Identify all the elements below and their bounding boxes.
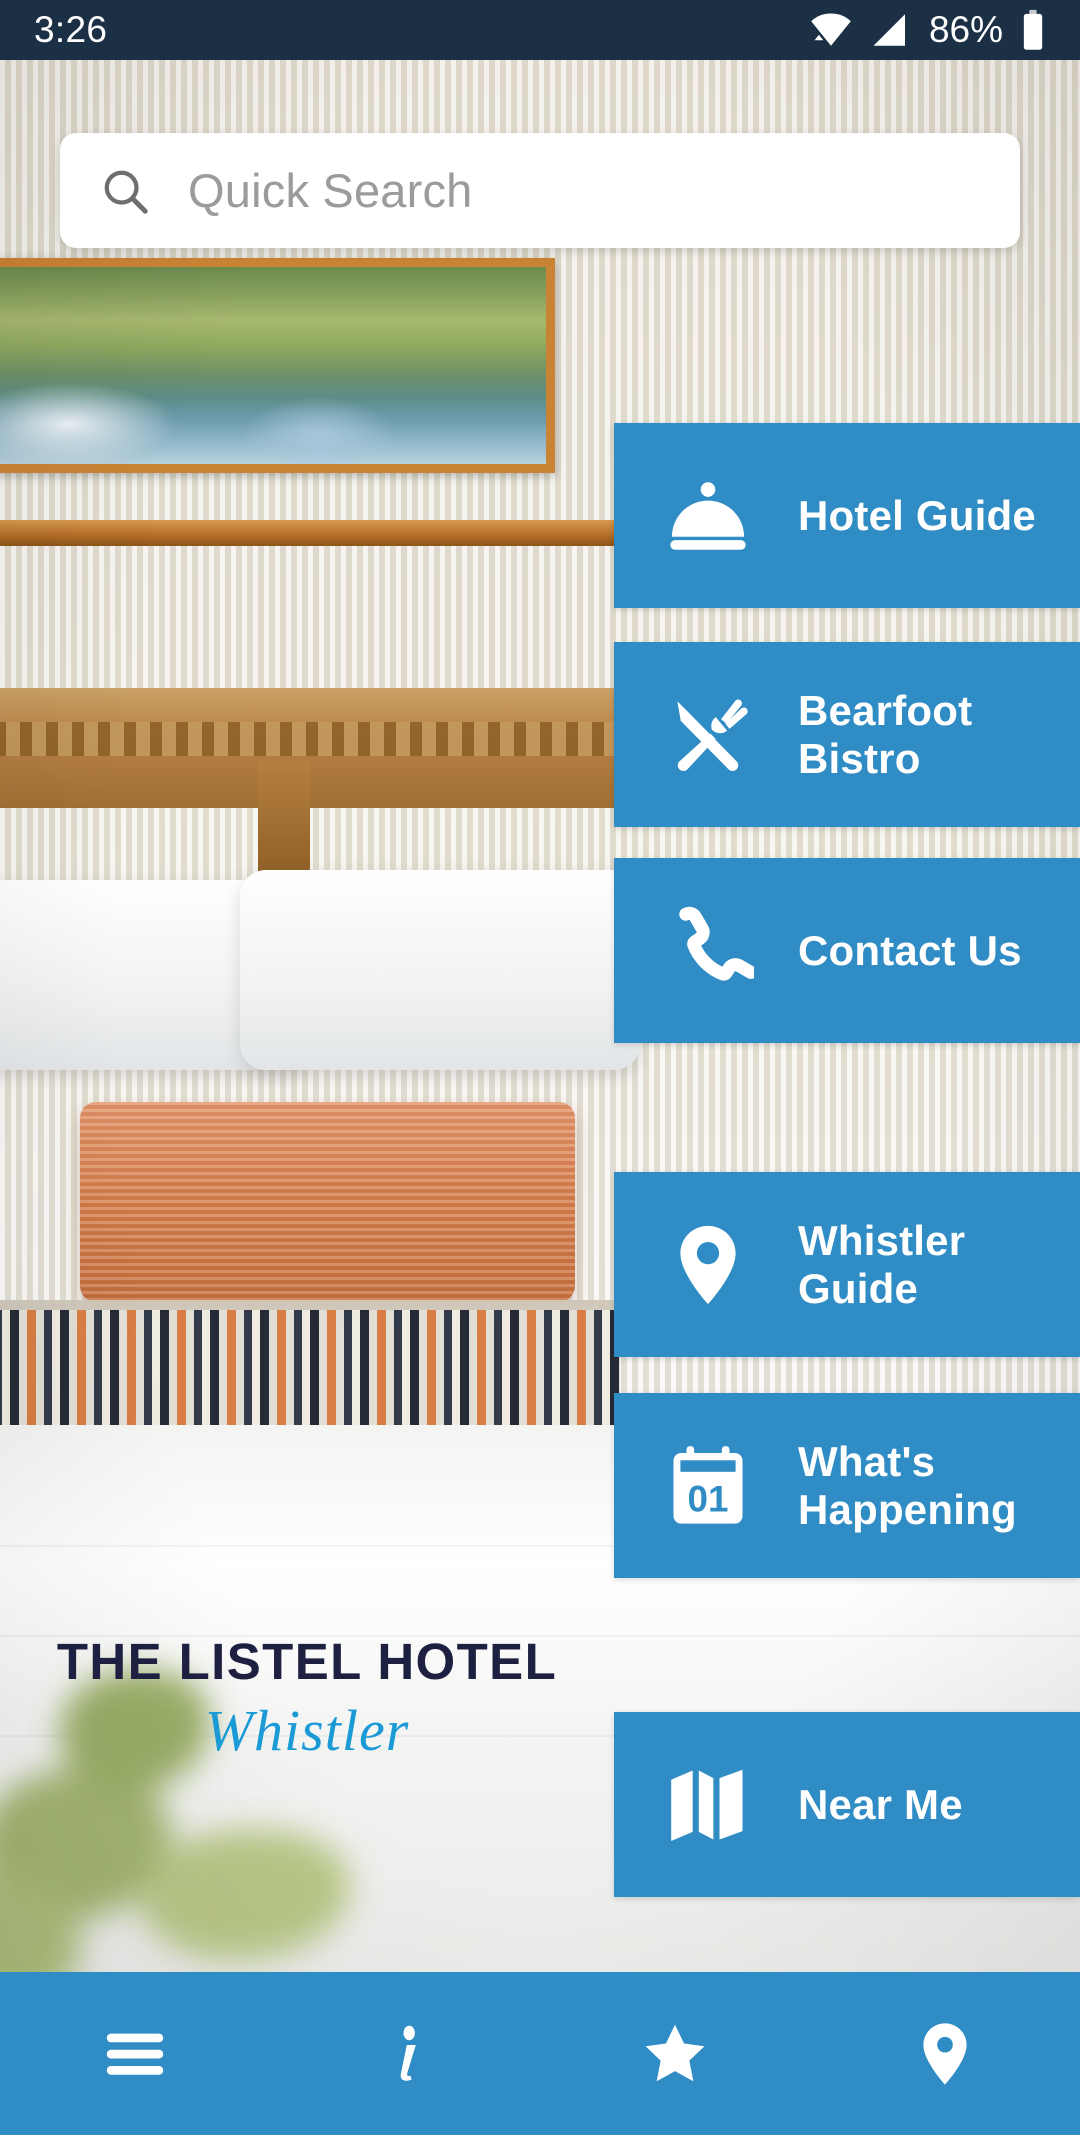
- tile-label-whats-happening: What's Happening: [798, 1438, 1017, 1533]
- tile-whistler-guide[interactable]: Whistler Guide: [614, 1172, 1080, 1357]
- tile-label-hotel-guide: Hotel Guide: [798, 491, 1036, 539]
- tile-label-contact-us: Contact Us: [798, 926, 1022, 974]
- tile-near-me[interactable]: Near Me: [614, 1712, 1080, 1897]
- search-bar[interactable]: Quick Search: [60, 133, 1020, 248]
- status-bar: 3:26 86%: [0, 0, 1080, 60]
- info-icon[interactable]: [369, 2018, 441, 2090]
- nav-item-location[interactable]: [810, 1972, 1080, 2135]
- folded-map-icon: [662, 1759, 754, 1851]
- calendar-icon: 01: [662, 1440, 754, 1532]
- search-icon[interactable]: [98, 164, 152, 218]
- wifi-icon: [811, 13, 851, 48]
- location-pin-icon[interactable]: [909, 2018, 981, 2090]
- bottom-navigation-bar: [0, 1972, 1080, 2135]
- quick-menu-tiles: Hotel Guide Bearfoot Bistro Contact Us W…: [614, 0, 1080, 2135]
- cellular-signal-icon: [873, 14, 905, 46]
- nav-item-menu[interactable]: [0, 1972, 270, 2135]
- search-input[interactable]: Quick Search: [188, 163, 473, 218]
- tile-contact-us[interactable]: Contact Us: [614, 858, 1080, 1043]
- tile-bearfoot-bistro[interactable]: Bearfoot Bistro: [614, 642, 1080, 827]
- hotel-name: THE LISTEL HOTEL: [56, 1633, 558, 1690]
- tile-label-bearfoot-bistro: Bearfoot Bistro: [798, 687, 973, 782]
- hamburger-menu-icon[interactable]: [99, 2018, 171, 2090]
- phone-icon: [662, 905, 754, 997]
- battery-percentage: 86%: [928, 9, 1003, 50]
- status-bar-time: 3:26: [34, 9, 108, 50]
- tile-label-near-me: Near Me: [798, 1780, 963, 1828]
- tile-hotel-guide[interactable]: Hotel Guide: [614, 423, 1080, 608]
- tile-label-whistler-guide: Whistler Guide: [798, 1217, 966, 1312]
- map-pin-icon: [662, 1219, 754, 1311]
- nav-item-favorites[interactable]: [540, 1972, 810, 2135]
- hotel-location: Whistler: [204, 1698, 410, 1763]
- hotel-logo: THE LISTEL HOTEL Whistler: [22, 1632, 592, 1764]
- nav-item-info[interactable]: [270, 1972, 540, 2135]
- status-bar-indicators: 86%: [809, 8, 1046, 52]
- concierge-bell-icon: [662, 470, 754, 562]
- tile-whats-happening[interactable]: 01 What's Happening: [614, 1393, 1080, 1578]
- battery-icon: [1023, 9, 1043, 50]
- calendar-day-number: 01: [688, 1478, 729, 1519]
- star-icon[interactable]: [639, 2018, 711, 2090]
- fork-knife-icon: [662, 689, 754, 781]
